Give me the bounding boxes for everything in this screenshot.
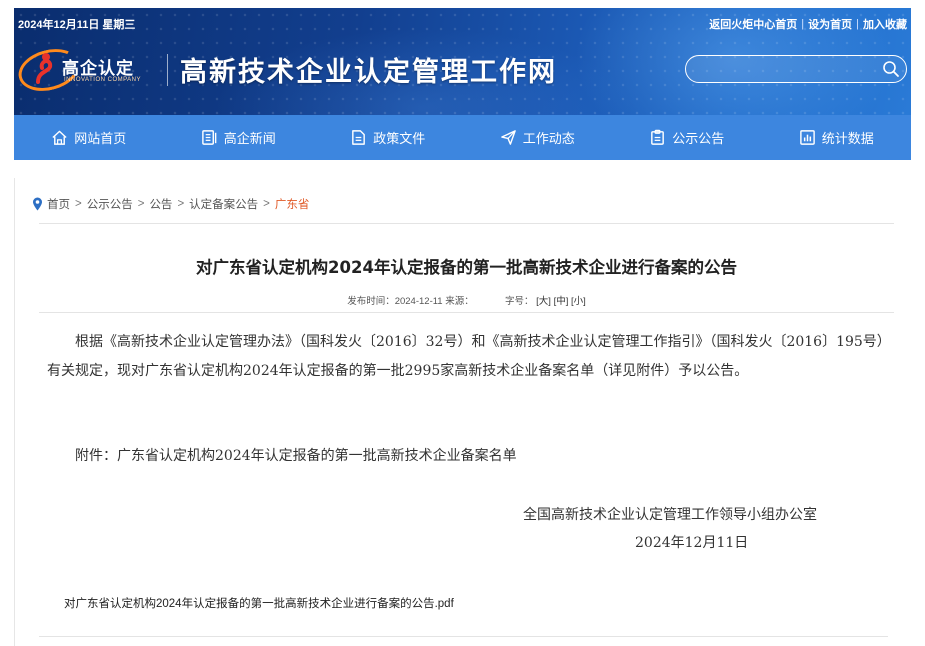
- divider: [39, 636, 888, 637]
- logo-text: 高企认定: [62, 59, 134, 78]
- nav-item-news[interactable]: 高企新闻: [164, 115, 314, 160]
- article-container: 首页 > 公示公告 > 公告 > 认定备案公告 > 广东省 对广东省认定机构20…: [14, 178, 911, 646]
- add-favorite-link[interactable]: 加入收藏: [863, 16, 907, 32]
- main-nav: 网站首页 高企新闻 政策文件 工作动态 公示公告 统计数据: [14, 115, 911, 160]
- nav-item-statistics[interactable]: 统计数据: [762, 115, 912, 160]
- top-links: 返回火炬中心首页 | 设为首页 | 加入收藏: [709, 16, 907, 32]
- current-date: 2024年12月11日 星期三: [18, 19, 136, 31]
- nav-item-announcements[interactable]: 公示公告: [612, 115, 762, 160]
- breadcrumb-announcements[interactable]: 公示公告: [87, 196, 133, 212]
- header-banner: 2024年12月11日 星期三 返回火炬中心首页 | 设为首页 | 加入收藏 高…: [14, 8, 911, 115]
- document-icon: [352, 130, 366, 145]
- breadcrumb-separator: >: [137, 198, 145, 210]
- send-icon: [500, 130, 516, 145]
- breadcrumb-separator: >: [263, 198, 270, 210]
- font-size-label: 字号：: [505, 296, 534, 307]
- logo-subtext: INNOVATION COMPANY: [64, 77, 142, 83]
- page-frame: 2024年12月11日 星期三 返回火炬中心首页 | 设为首页 | 加入收藏 高…: [14, 8, 911, 646]
- chart-icon: [799, 130, 815, 145]
- breadcrumb-home[interactable]: 首页: [47, 196, 70, 212]
- news-icon: [201, 130, 217, 145]
- search-box: [685, 55, 907, 83]
- logo-divider: [167, 54, 168, 86]
- nav-item-label: 高企新闻: [223, 131, 276, 146]
- set-homepage-link[interactable]: 设为首页: [808, 16, 852, 32]
- article-body: 根据《高新技术企业认定管理办法》（国科发火〔2016〕32号）和《高新技术企业认…: [47, 334, 891, 379]
- font-size-large-button[interactable]: [大]: [536, 296, 551, 307]
- location-pin-icon: [33, 197, 42, 211]
- breadcrumb-filing-notice[interactable]: 认定备案公告: [189, 196, 258, 212]
- site-title: 高新技术企业认定管理工作网: [180, 57, 557, 88]
- signature-organization: 全国高新技术企业认定管理工作领导小组办公室: [523, 507, 817, 523]
- nav-item-home[interactable]: 网站首页: [14, 115, 164, 160]
- home-icon: [52, 130, 67, 145]
- nav-item-policy[interactable]: 政策文件: [313, 115, 463, 160]
- link-separator: |: [801, 18, 805, 30]
- link-separator: |: [856, 18, 859, 30]
- breadcrumb-current[interactable]: 广东省: [275, 196, 310, 212]
- torch-center-home-link[interactable]: 返回火炬中心首页: [709, 16, 797, 32]
- article-title: 对广东省认定机构2024年认定报备的第一批高新技术企业进行备案的公告: [196, 258, 737, 277]
- nav-item-work-updates[interactable]: 工作动态: [463, 115, 613, 160]
- font-size-small-button[interactable]: [小]: [571, 296, 586, 307]
- nav-item-label: 统计数据: [821, 131, 874, 146]
- font-size-medium-button[interactable]: [中]: [554, 296, 569, 307]
- nav-item-label: 工作动态: [522, 131, 575, 146]
- attachment-pdf-link[interactable]: 对广东省认定机构2024年认定报备的第一批高新技术企业进行备案的公告.pdf: [64, 595, 454, 611]
- article-meta: 发布时间：2024-12-11 来源： 字号： [大] [中] [小]: [39, 293, 894, 307]
- site-logo[interactable]: 高企认定 INNOVATION COMPANY: [14, 42, 160, 98]
- nav-item-label: 公示公告: [672, 131, 725, 146]
- nav-item-label: 政策文件: [373, 131, 426, 146]
- logo-mark-icon: [36, 53, 53, 84]
- signature-date: 2024年12月11日: [635, 535, 749, 551]
- publish-info: 发布时间：2024-12-11 来源：: [347, 296, 474, 307]
- breadcrumb-separator: >: [75, 198, 82, 210]
- divider: [39, 223, 894, 224]
- breadcrumb-notice[interactable]: 公告: [149, 196, 172, 212]
- search-input[interactable]: [698, 59, 878, 79]
- attachment-note: 附件：广东省认定机构2024年认定报备的第一批高新技术企业备案名单: [75, 448, 517, 464]
- divider: [39, 312, 894, 313]
- nav-item-label: 网站首页: [74, 131, 127, 146]
- breadcrumb-separator: >: [177, 198, 185, 210]
- breadcrumb: 首页 > 公示公告 > 公告 > 认定备案公告 > 广东省: [32, 196, 309, 212]
- clipboard-icon: [651, 129, 665, 145]
- search-icon[interactable]: [882, 60, 900, 78]
